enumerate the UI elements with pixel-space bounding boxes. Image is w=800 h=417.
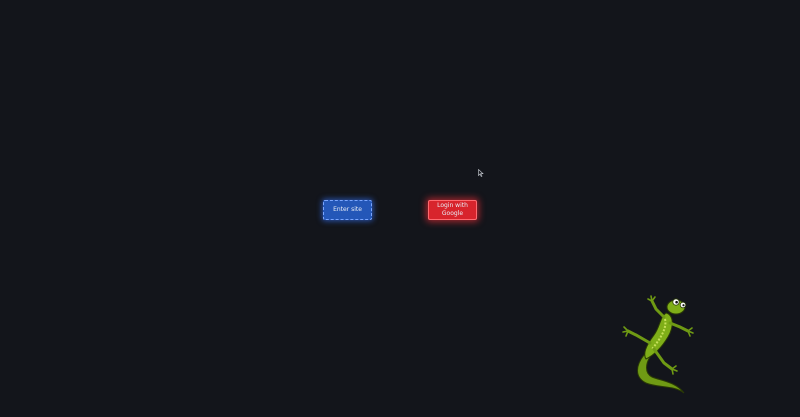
enter-site-label: Enter site — [333, 206, 362, 213]
enter-site-button[interactable]: Enter site — [323, 200, 372, 220]
mouse-pointer-icon — [478, 169, 484, 177]
gecko-icon — [622, 295, 694, 394]
login-with-google-button[interactable]: Login with Google — [428, 200, 477, 220]
page: Enter site Login with Google — [0, 0, 800, 417]
login-with-google-label: Login with Google — [437, 202, 468, 217]
